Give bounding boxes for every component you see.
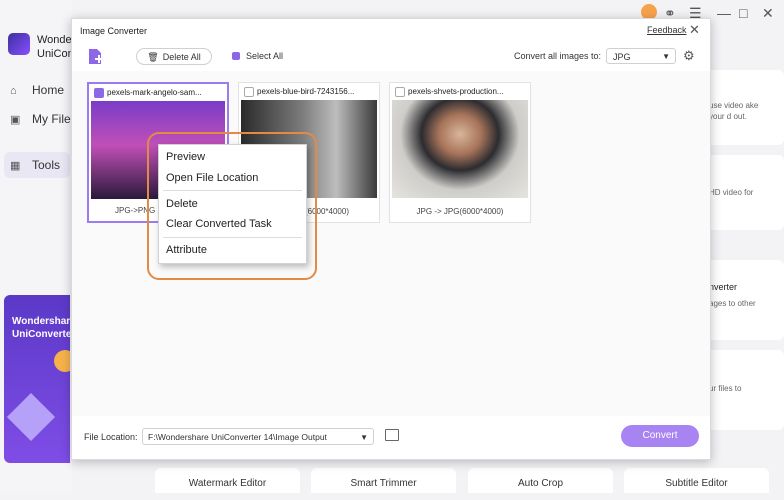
image-status: JPG -> JPG(6000*4000) [416,207,504,216]
app-logo [8,33,30,55]
sidebar-item-label: My File [32,112,71,126]
menu-item-preview[interactable]: Preview [166,151,205,163]
menu-item-open-file-location[interactable]: Open File Location [166,172,258,184]
image-thumbnail [392,100,528,198]
sidebar: Wonder UniCon ⌂ Home ▣ My File ▦ Tools Wond… [0,0,75,493]
tool-label: Subtitle Editor [665,478,728,489]
sidebar-item-label: Tools [32,158,61,172]
tool-watermark-editor[interactable]: Watermark Editor [155,468,300,493]
tool-card-text: ages to other [709,299,756,308]
file-location-select[interactable]: F:\Wondershare UniConverter 14\Image Out… [142,428,374,445]
cube-illustration [6,392,56,442]
brand-name: Wonder UniCon [37,33,75,61]
select-all-label: Select All [246,51,284,61]
checkbox-icon [232,52,240,60]
maximize-icon[interactable]: □ [739,4,747,22]
select-all-checkbox[interactable]: Select All [232,50,283,62]
trash-icon: 🗑 [147,52,159,62]
menu-item-attribute[interactable]: Attribute [166,244,207,256]
tool-label: Smart Trimmer [350,478,417,489]
menu-item-delete[interactable]: Delete [166,198,198,210]
tool-label: Auto Crop [517,478,564,489]
menu-separator [163,190,302,191]
context-menu: Preview Open File Location Delete Clear … [158,144,307,264]
chevron-down-icon: ▼ [360,433,368,442]
sidebar-item-tools[interactable]: ▦ Tools [4,152,70,178]
brand-line1: Wonder [37,34,76,46]
dialog-close-icon[interactable]: ✕ [689,22,700,38]
folder-icon: ▣ [10,114,21,126]
tool-auto-crop[interactable]: Auto Crop [468,468,613,493]
image-card[interactable]: pexels-shvets-production... JPG -> JPG(6… [389,82,531,223]
tool-card-title: nverter [709,282,738,292]
tools-icon: ▦ [10,160,21,172]
feedback-link[interactable]: Feedback [647,25,687,35]
menu-item-clear-converted-task[interactable]: Clear Converted Task [166,218,272,230]
open-folder-icon[interactable] [385,429,399,441]
sidebar-item-home[interactable]: ⌂ Home [10,83,64,97]
sidebar-item-label: Home [32,83,65,97]
brand-line2: UniCon [37,48,74,60]
close-icon[interactable]: ✕ [762,4,774,22]
delete-all-label: Delete All [162,52,201,62]
dialog-title: Image Converter [80,26,148,36]
menu-separator [163,237,302,238]
image-name: pexels-blue-bird-7243156... [257,87,355,96]
tool-label: Watermark Editor [188,478,267,489]
tool-card-text: use video ake your d out. [709,101,759,121]
coin-icon [54,350,70,372]
tool-subtitle-editor[interactable]: Subtitle Editor [624,468,769,493]
settings-icon[interactable]: ⚙ [683,48,695,64]
image-name: pexels-shvets-production... [408,87,504,96]
promo-text: Wondershare UniConverter [12,316,70,340]
promo-banner[interactable]: Wondershare UniConverter [4,295,70,463]
convert-button[interactable]: Convert [621,425,699,447]
output-format-value: JPG [613,52,631,62]
tool-smart-trimmer[interactable]: Smart Trimmer [311,468,456,493]
chevron-down-icon: ▼ [662,52,670,61]
file-location-label: File Location: [84,432,138,442]
delete-all-button[interactable]: 🗑 Delete All [136,48,212,65]
minimize-icon[interactable]: — [717,4,731,22]
output-format-select[interactable]: JPG ▼ [606,48,676,64]
tool-card-text: HD video for [709,188,754,197]
image-name: pexels-mark-angelo-sam... [107,88,202,97]
tool-card-text: ur files to [709,384,742,393]
file-location-value: F:\Wondershare UniConverter 14\Image Out… [148,432,327,442]
sidebar-item-my-file[interactable]: ▣ My File [10,112,71,126]
add-image-icon[interactable] [86,48,104,66]
convert-all-label: Convert all images to: [514,51,602,61]
home-icon: ⌂ [10,85,17,97]
